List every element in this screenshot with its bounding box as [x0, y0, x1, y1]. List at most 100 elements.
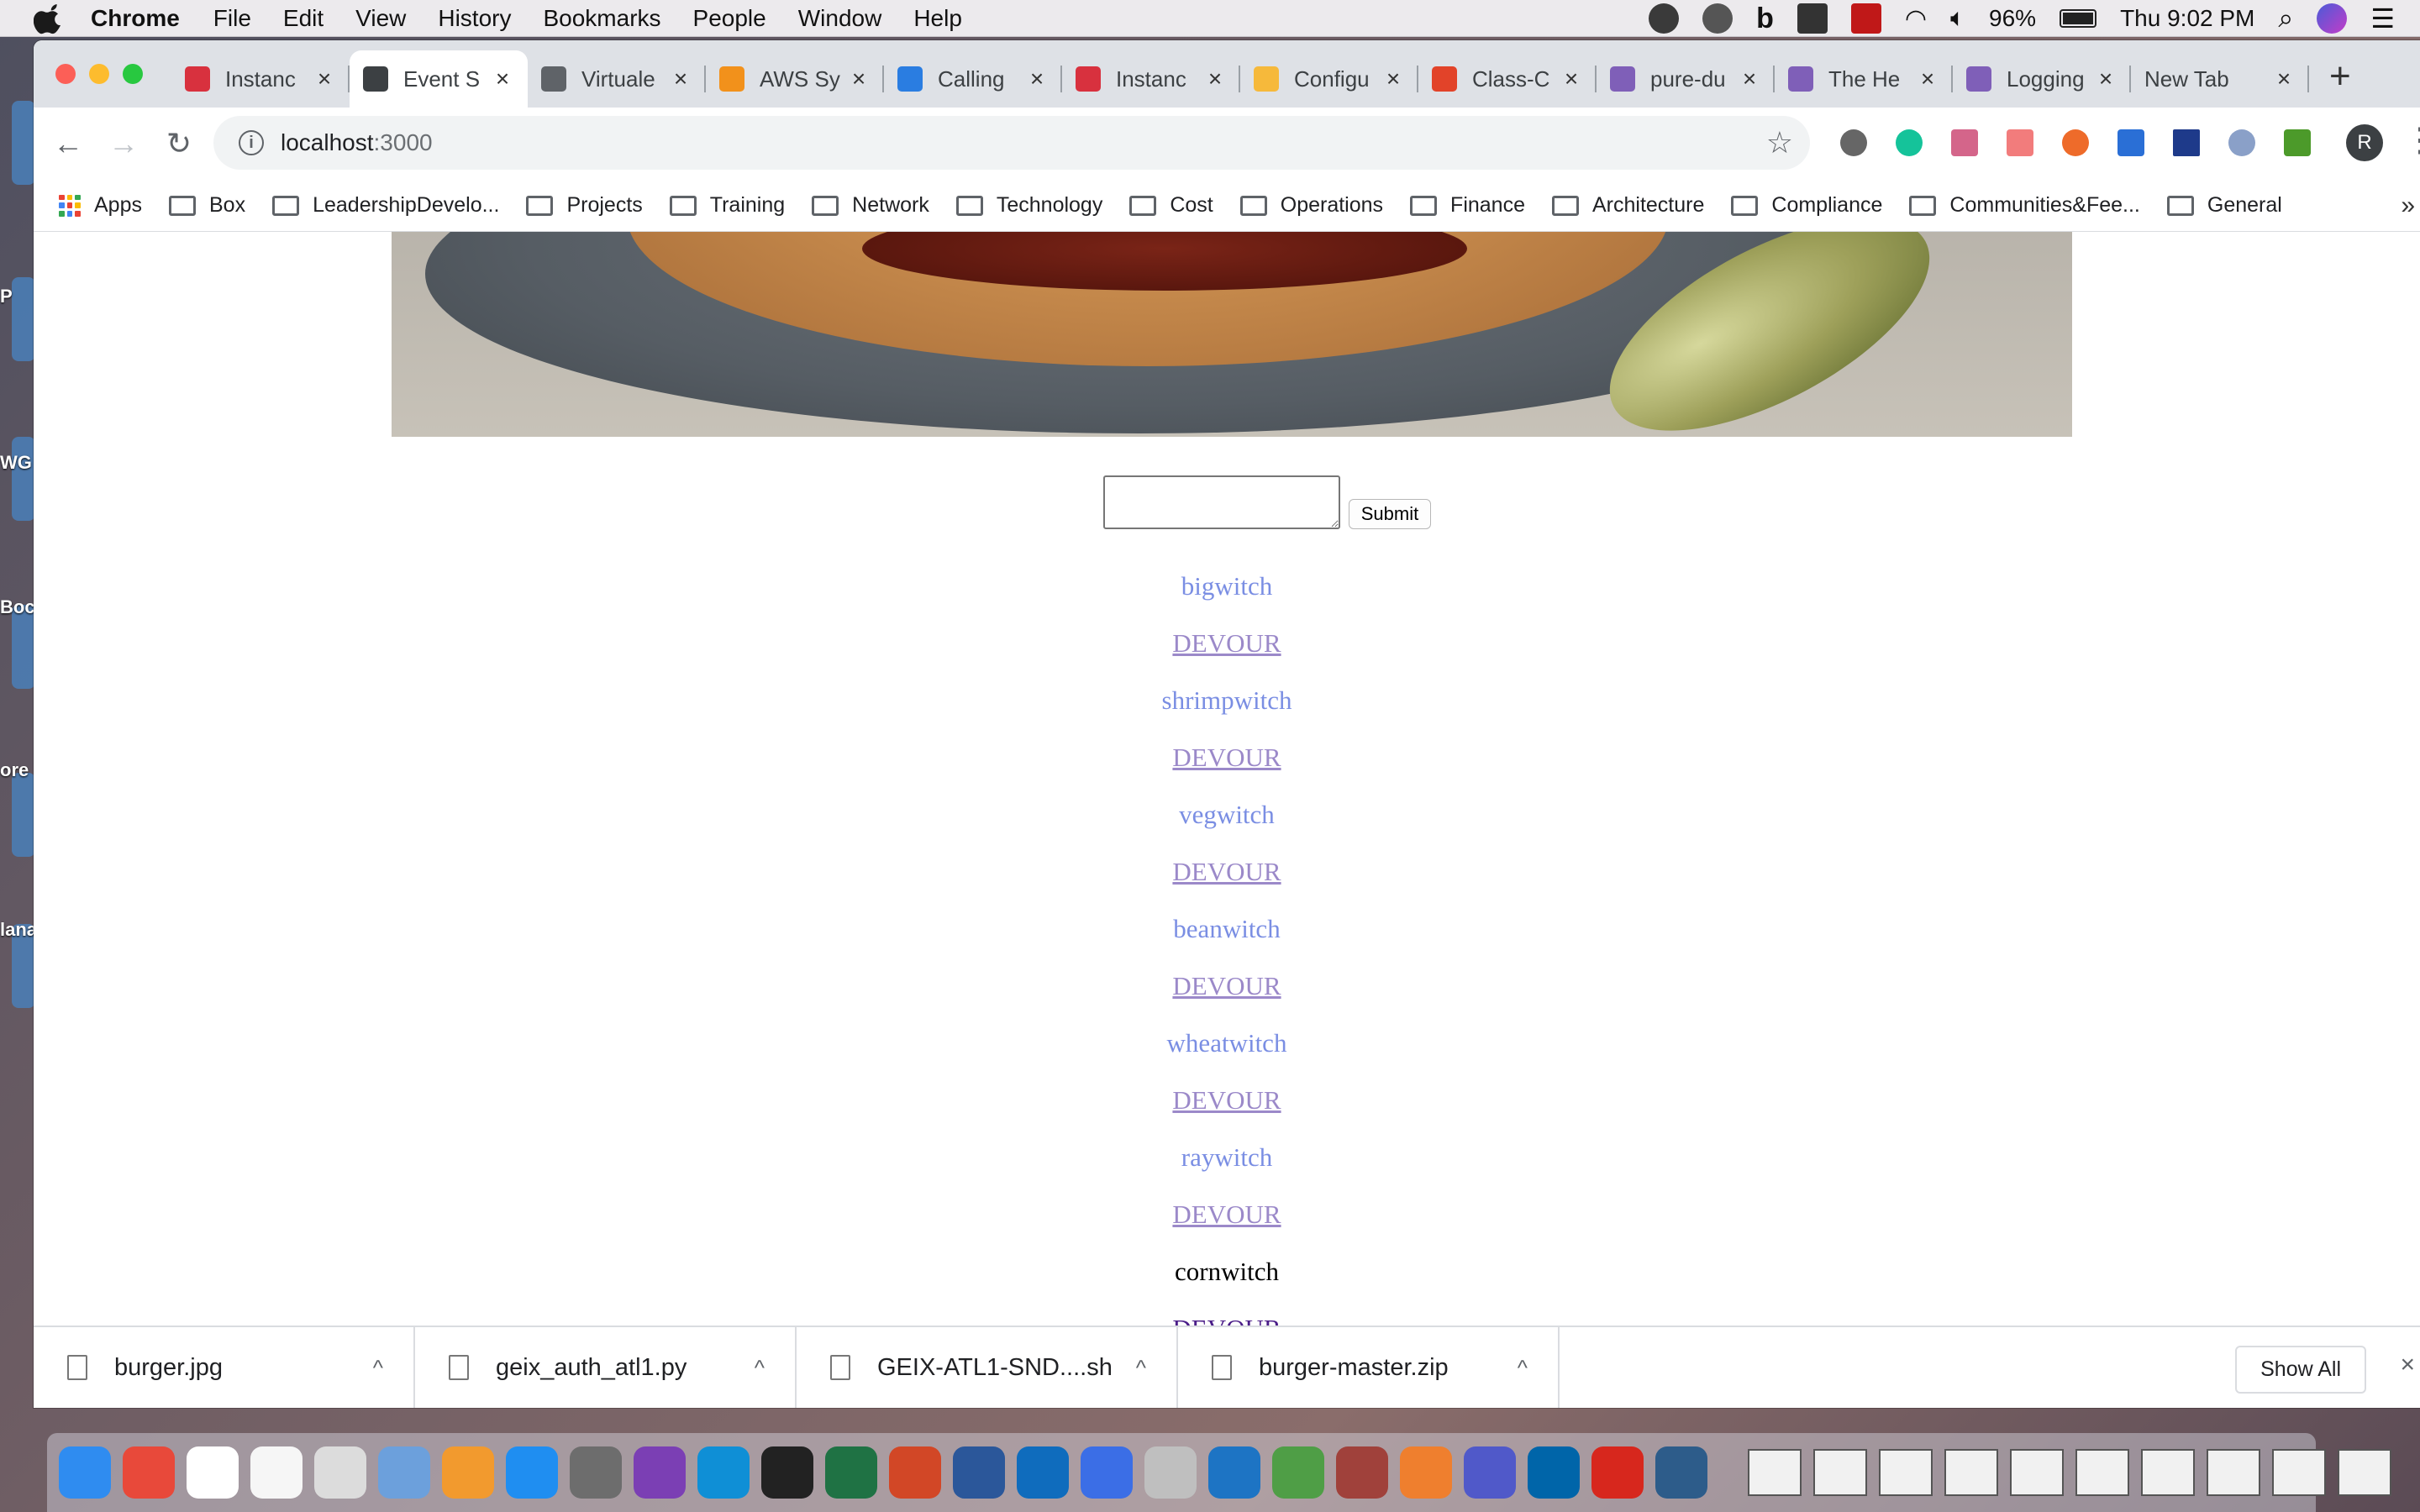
- chrome-menu-icon[interactable]: ⋮: [2403, 121, 2420, 160]
- browser-tab[interactable]: AWS Sy ×: [706, 50, 884, 108]
- bookmark-folder[interactable]: LeadershipDevelo...: [272, 193, 499, 218]
- chevron-up-icon[interactable]: ^: [755, 1355, 765, 1381]
- zoom-window-button[interactable]: [123, 64, 143, 84]
- chevron-up-icon[interactable]: ^: [373, 1355, 383, 1381]
- notification-center-icon[interactable]: ☰: [2370, 3, 2395, 34]
- devour-link[interactable]: DEVOUR: [34, 1072, 2420, 1129]
- download-item[interactable]: burger.jpg ^: [34, 1326, 415, 1408]
- bookmark-folder[interactable]: Projects: [526, 193, 643, 218]
- minimized-window-thumbnail[interactable]: [2010, 1449, 2064, 1496]
- extension-icon[interactable]: [2062, 129, 2089, 156]
- extension-icon[interactable]: [1840, 129, 1867, 156]
- menu-people[interactable]: People: [693, 5, 766, 32]
- browser-tab[interactable]: Configu ×: [1240, 50, 1418, 108]
- siri-icon[interactable]: [2317, 3, 2348, 34]
- back-arrow-icon[interactable]: ←: [47, 126, 89, 161]
- download-item[interactable]: burger-master.zip ^: [1178, 1326, 1560, 1408]
- close-window-button[interactable]: [55, 64, 76, 84]
- devour-link[interactable]: DEVOUR: [34, 729, 2420, 786]
- devour-link[interactable]: DEVOUR: [34, 843, 2420, 900]
- bookmark-folder[interactable]: Compliance: [1731, 193, 1882, 218]
- tab-close-icon[interactable]: ×: [1560, 66, 1583, 92]
- volume-icon[interactable]: 🔈︎: [1950, 4, 1965, 33]
- burger-name-input[interactable]: [1102, 475, 1340, 529]
- browser-tab[interactable]: Calling ×: [884, 50, 1062, 108]
- desktop-icon[interactable]: [12, 437, 35, 521]
- browser-tab[interactable]: Virtuale ×: [528, 50, 706, 108]
- new-tab-button[interactable]: +: [2329, 55, 2351, 97]
- minimize-window-button[interactable]: [89, 64, 109, 84]
- menu-edit[interactable]: Edit: [283, 5, 324, 32]
- tab-close-icon[interactable]: ×: [1381, 66, 1405, 92]
- devour-link[interactable]: DEVOUR: [34, 615, 2420, 672]
- minimized-window-thumbnail[interactable]: [2075, 1449, 2129, 1496]
- dock-app-icon[interactable]: [761, 1446, 813, 1499]
- bookmark-folder[interactable]: Finance: [1410, 193, 1525, 218]
- tab-close-icon[interactable]: ×: [491, 66, 514, 92]
- dock-app-icon[interactable]: [1336, 1446, 1388, 1499]
- browser-tab[interactable]: Instanc ×: [171, 50, 350, 108]
- minimized-window-thumbnail[interactable]: [1944, 1449, 1998, 1496]
- extension-icon[interactable]: [2228, 129, 2255, 156]
- bookmark-folder[interactable]: Cost: [1129, 193, 1213, 218]
- spotlight-search-icon[interactable]: ⌕: [2278, 3, 2293, 34]
- bookmarks-overflow-icon[interactable]: »: [2401, 192, 2415, 220]
- menu-app-name[interactable]: Chrome: [91, 5, 180, 32]
- bookmark-star-icon[interactable]: ☆: [1766, 125, 1793, 160]
- dock-app-icon[interactable]: [250, 1446, 302, 1499]
- bookmark-folder[interactable]: Technology: [955, 193, 1102, 218]
- dock-app-icon[interactable]: [634, 1446, 686, 1499]
- dock-app-icon[interactable]: [1591, 1446, 1644, 1499]
- wifi-icon[interactable]: ◠: [1905, 4, 1927, 34]
- minimized-window-thumbnail[interactable]: [1813, 1449, 1867, 1496]
- dock-app-icon[interactable]: [1528, 1446, 1580, 1499]
- tab-close-icon[interactable]: ×: [1916, 66, 1939, 92]
- desktop-icon[interactable]: [12, 101, 35, 185]
- download-item[interactable]: GEIX-ATL1-SND....sh ^: [797, 1326, 1178, 1408]
- minimized-window-thumbnail[interactable]: [2272, 1449, 2326, 1496]
- tab-close-icon[interactable]: ×: [2272, 66, 2296, 92]
- minimized-window-thumbnail[interactable]: [1879, 1449, 1933, 1496]
- dock-app-icon[interactable]: [889, 1446, 941, 1499]
- dock-app-icon[interactable]: [506, 1446, 558, 1499]
- bookmark-folder[interactable]: Operations: [1239, 193, 1383, 218]
- menu-bookmarks[interactable]: Bookmarks: [543, 5, 660, 32]
- profile-avatar[interactable]: R: [2346, 124, 2383, 161]
- dock-app-icon[interactable]: [1017, 1446, 1069, 1499]
- dock-app-icon[interactable]: [123, 1446, 175, 1499]
- mcafee-shield-icon[interactable]: [1850, 3, 1881, 34]
- dock-app-icon[interactable]: [1400, 1446, 1452, 1499]
- menu-help[interactable]: Help: [913, 5, 962, 32]
- color-picker-icon[interactable]: [2118, 129, 2144, 156]
- menu-file[interactable]: File: [213, 5, 251, 32]
- dock-app-icon[interactable]: [1081, 1446, 1133, 1499]
- dock-app-icon[interactable]: [187, 1446, 239, 1499]
- desktop-icon[interactable]: [12, 277, 35, 361]
- dock-app-icon[interactable]: [1464, 1446, 1516, 1499]
- grammarly-icon[interactable]: [1896, 129, 1923, 156]
- bookmark-folder[interactable]: General: [2166, 193, 2282, 218]
- chevron-up-icon[interactable]: ^: [1518, 1355, 1528, 1381]
- battery-icon[interactable]: [2060, 9, 2097, 28]
- dock-app-icon[interactable]: [697, 1446, 750, 1499]
- minimized-window-thumbnail[interactable]: [1748, 1449, 1802, 1496]
- tab-close-icon[interactable]: ×: [669, 66, 692, 92]
- dock-app-icon[interactable]: [59, 1446, 111, 1499]
- browser-tab[interactable]: Event S ×: [350, 50, 528, 108]
- dock-app-icon[interactable]: [1208, 1446, 1260, 1499]
- dock-app-icon[interactable]: [825, 1446, 877, 1499]
- browser-tab[interactable]: Class-C ×: [1418, 50, 1597, 108]
- crop-icon[interactable]: [2173, 129, 2200, 156]
- clover-icon[interactable]: [1649, 3, 1680, 34]
- menu-window[interactable]: Window: [798, 5, 882, 32]
- ge-logo-icon[interactable]: [1702, 3, 1733, 34]
- tab-close-icon[interactable]: ×: [847, 66, 871, 92]
- site-info-icon[interactable]: i: [239, 130, 264, 155]
- bookmark-folder[interactable]: Network: [812, 193, 929, 218]
- cors-extension-icon[interactable]: [2284, 129, 2311, 156]
- bookmark-folder[interactable]: Box: [168, 193, 245, 218]
- browser-tab[interactable]: New Tab ×: [2131, 50, 2309, 108]
- tab-close-icon[interactable]: ×: [1203, 66, 1227, 92]
- bookmark-folder[interactable]: Training: [669, 193, 785, 218]
- dock-app-icon[interactable]: [570, 1446, 622, 1499]
